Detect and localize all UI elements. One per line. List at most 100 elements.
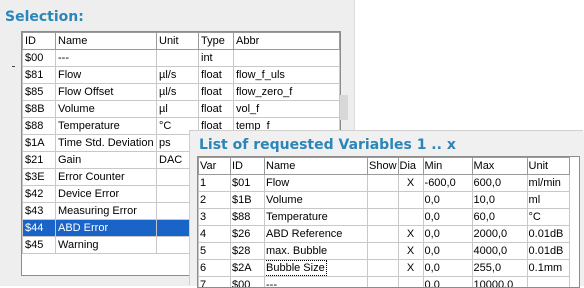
cell-max[interactable]: 600,0 (472, 175, 527, 192)
col-header-type[interactable]: Type (199, 33, 234, 50)
cell-abbr[interactable]: vol_f (234, 101, 340, 118)
cell-var[interactable]: 4 (199, 226, 231, 243)
table-row[interactable]: $81Flowµl/sfloatflow_f_uls (23, 67, 340, 84)
table-row[interactable]: 6$2ABubble Size X0,0255,00.1mm (199, 260, 570, 277)
cell-id[interactable]: $26 (231, 226, 265, 243)
cell-id[interactable]: $00 (23, 50, 56, 67)
cell-max[interactable]: 255,0 (472, 260, 527, 277)
cell-name[interactable]: Flow (56, 67, 157, 84)
cell-show[interactable] (368, 277, 399, 288)
table-row[interactable]: 3$88Temperature0,060,0°C (199, 209, 570, 226)
cell-var[interactable]: 1 (199, 175, 231, 192)
cell-id[interactable]: $2A (231, 260, 265, 277)
cell-max[interactable]: 10000,0 (472, 277, 527, 288)
cell-id[interactable]: $45 (23, 237, 56, 254)
cell-var[interactable]: 5 (199, 243, 231, 260)
cell-show[interactable] (368, 243, 399, 260)
cell-name[interactable]: Warning (56, 237, 157, 254)
cell-name[interactable]: --- (56, 50, 157, 67)
cell-name[interactable]: Volume (265, 192, 368, 209)
cell-id[interactable]: $28 (231, 243, 265, 260)
cell-name[interactable]: Flow (265, 175, 368, 192)
cell-id[interactable]: $42 (23, 186, 56, 203)
cell-unit[interactable]: 0.1mm (527, 260, 569, 277)
cell-unit[interactable]: µl (157, 101, 199, 118)
cell-name[interactable]: Bubble Size (265, 260, 368, 277)
cell-dia[interactable]: X (398, 226, 423, 243)
cell-name[interactable]: Temperature (265, 209, 368, 226)
cell-abbr[interactable]: flow_f_uls (234, 67, 340, 84)
cell-dia[interactable] (398, 277, 423, 288)
cell-name[interactable]: --- (265, 277, 368, 288)
table-row[interactable]: 7$00--- 0,010000,0 (199, 277, 570, 288)
cell-name[interactable]: ABD Error (56, 220, 157, 237)
cell-var[interactable]: 3 (199, 209, 231, 226)
cell-var[interactable]: 7 (199, 277, 231, 288)
cell-id[interactable]: $43 (23, 203, 56, 220)
cell-name[interactable]: Error Counter (56, 169, 157, 186)
col-header-var[interactable]: Var (199, 158, 231, 175)
col-header-min[interactable]: Min (423, 158, 472, 175)
cell-unit[interactable]: 0.01dB (527, 226, 569, 243)
cell-name[interactable]: Time Std. Deviation (56, 135, 157, 152)
cell-var[interactable]: 2 (199, 192, 231, 209)
cell-min[interactable]: 0,0 (423, 192, 472, 209)
cell-id[interactable]: $8B (23, 101, 56, 118)
cell-min[interactable]: 0,0 (423, 277, 472, 288)
cell-name[interactable]: Flow Offset (56, 84, 157, 101)
cell-show[interactable] (368, 209, 399, 226)
cell-unit[interactable]: ml/min (527, 175, 569, 192)
cell-id[interactable]: $00 (231, 277, 265, 288)
cell-id[interactable]: $81 (23, 67, 56, 84)
cell-dia[interactable] (398, 192, 423, 209)
cell-dia[interactable]: X (398, 243, 423, 260)
cell-show[interactable] (368, 226, 399, 243)
table-row[interactable]: 1$01Flow X-600,0600,0ml/min (199, 175, 570, 192)
table-row[interactable]: 4$26ABD ReferenceX0,02000,00.01dB (199, 226, 570, 243)
cell-show[interactable] (368, 192, 399, 209)
cell-type[interactable]: float (199, 101, 234, 118)
cell-max[interactable]: 4000,0 (472, 243, 527, 260)
col-header-id[interactable]: ID (23, 33, 56, 50)
cell-name[interactable]: Measuring Error (56, 203, 157, 220)
cell-id[interactable]: $85 (23, 84, 56, 101)
cell-name[interactable]: ABD Reference (265, 226, 368, 243)
cell-min[interactable]: 0,0 (423, 243, 472, 260)
cell-name[interactable]: Volume (56, 101, 157, 118)
cell-abbr[interactable] (234, 50, 340, 67)
col-header-name[interactable]: Name (56, 33, 157, 50)
col-header-show[interactable]: Show (368, 158, 399, 175)
cell-min[interactable]: -600,0 (423, 175, 472, 192)
cell-unit[interactable]: ml (527, 192, 569, 209)
cell-type[interactable]: float (199, 84, 234, 101)
cell-id[interactable]: $88 (23, 118, 56, 135)
cell-show[interactable] (368, 175, 399, 192)
cell-name[interactable]: Gain (56, 152, 157, 169)
cell-id[interactable]: $1A (23, 135, 56, 152)
cell-unit[interactable] (157, 50, 199, 67)
cell-id[interactable]: $88 (231, 209, 265, 226)
cell-id[interactable]: $3E (23, 169, 56, 186)
cell-id[interactable]: $01 (231, 175, 265, 192)
cell-dia[interactable]: X (398, 175, 423, 192)
cell-min[interactable]: 0,0 (423, 260, 472, 277)
col-header-abbr[interactable]: Abbr (234, 33, 340, 50)
cell-type[interactable]: int (199, 50, 234, 67)
scroll-thumb[interactable] (340, 95, 348, 120)
cell-var[interactable]: 6 (199, 260, 231, 277)
cell-unit[interactable] (527, 277, 569, 288)
cell-unit[interactable]: °C (527, 209, 569, 226)
cell-dia[interactable]: X (398, 260, 423, 277)
cell-unit[interactable]: µl/s (157, 67, 199, 84)
cell-min[interactable]: 0,0 (423, 226, 472, 243)
col-header-unit[interactable]: Unit (157, 33, 199, 50)
cell-max[interactable]: 60,0 (472, 209, 527, 226)
table-row[interactable]: $85Flow Offsetµl/sfloatflow_zero_f (23, 84, 340, 101)
table-row[interactable]: 2$1BVolume0,010,0ml (199, 192, 570, 209)
cell-type[interactable]: float (199, 67, 234, 84)
cell-show[interactable] (368, 260, 399, 277)
cell-abbr[interactable]: flow_zero_f (234, 84, 340, 101)
table-row[interactable]: $8BVolumeµlfloatvol_f (23, 101, 340, 118)
cell-max[interactable]: 10,0 (472, 192, 527, 209)
cell-dia[interactable] (398, 209, 423, 226)
